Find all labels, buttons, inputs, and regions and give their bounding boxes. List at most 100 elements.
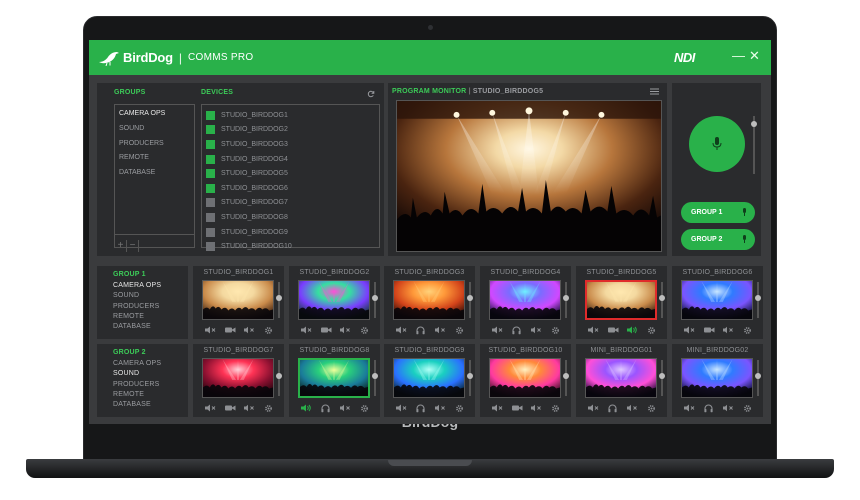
gear-icon[interactable] (551, 404, 560, 413)
speaker-mute-icon[interactable] (205, 326, 216, 334)
group-member-item[interactable]: SOUND (97, 291, 161, 301)
add-group-button[interactable]: + (115, 240, 127, 252)
talk-volume-knob[interactable] (751, 121, 757, 127)
group-member-item[interactable]: REMOTE (97, 390, 161, 400)
speaker-mute-icon[interactable] (396, 404, 407, 412)
gear-icon[interactable] (743, 326, 752, 335)
device-row[interactable]: STUDIO_BIRDDOG8 (202, 210, 379, 225)
device-tile[interactable]: STUDIO_BIRDDOG10 (480, 344, 571, 417)
device-row[interactable]: STUDIO_BIRDDOG9 (202, 225, 379, 240)
speaker-on-icon[interactable] (627, 326, 638, 334)
speaker-mute-icon[interactable] (301, 326, 312, 334)
tile-volume-knob[interactable] (563, 295, 569, 301)
gear-icon[interactable] (264, 404, 273, 413)
device-row[interactable]: STUDIO_BIRDDOG5 (202, 166, 379, 181)
device-thumbnail[interactable] (298, 358, 370, 398)
device-checkbox[interactable] (206, 198, 215, 208)
device-row[interactable]: STUDIO_BIRDDOG7 (202, 196, 379, 211)
volume-mute-icon[interactable] (244, 404, 255, 412)
volume-mute-icon[interactable] (434, 404, 446, 412)
headset-icon[interactable] (704, 403, 713, 413)
device-tile[interactable]: STUDIO_BIRDDOG2 (289, 266, 380, 339)
group-member-item[interactable]: CAMERA OPS (97, 359, 161, 369)
device-tile[interactable]: MINI_BIRDDOG02 (672, 344, 763, 417)
group-member-item[interactable]: SOUND (97, 369, 161, 379)
device-row[interactable]: STUDIO_BIRDDOG1 (202, 108, 379, 123)
volume-mute-icon[interactable] (626, 404, 638, 412)
speaker-mute-icon[interactable] (205, 404, 216, 412)
close-button[interactable]: ✕ (749, 49, 760, 63)
tile-volume-knob[interactable] (755, 373, 761, 379)
device-thumbnail[interactable] (489, 280, 561, 320)
speaker-mute-icon[interactable] (588, 404, 599, 412)
refresh-icon[interactable] (367, 90, 375, 98)
tile-volume-knob[interactable] (755, 295, 761, 301)
tile-volume-knob[interactable] (372, 295, 378, 301)
gear-icon[interactable] (647, 404, 656, 413)
device-tile[interactable]: STUDIO_BIRDDOG6 (672, 266, 763, 339)
tile-volume-knob[interactable] (276, 373, 282, 379)
device-tile[interactable]: STUDIO_BIRDDOG4 (480, 266, 571, 339)
camera-icon[interactable] (607, 326, 619, 334)
headset-icon[interactable] (512, 325, 521, 335)
remove-group-button[interactable]: − (127, 240, 139, 252)
volume-mute-icon[interactable] (530, 326, 542, 334)
gear-icon[interactable] (264, 326, 273, 335)
speaker-mute-icon[interactable] (492, 404, 503, 412)
device-checkbox[interactable] (206, 139, 215, 149)
speaker-mute-icon[interactable] (396, 326, 407, 334)
device-checkbox[interactable] (206, 227, 215, 237)
speaker-mute-icon[interactable] (492, 326, 503, 334)
device-thumbnail[interactable] (585, 280, 657, 320)
device-checkbox[interactable] (206, 169, 215, 179)
headset-icon[interactable] (608, 403, 617, 413)
gear-icon[interactable] (743, 404, 752, 413)
tile-volume-knob[interactable] (372, 373, 378, 379)
camera-icon[interactable] (511, 404, 523, 412)
device-checkbox[interactable] (206, 154, 215, 164)
headset-icon[interactable] (416, 325, 425, 335)
device-tile[interactable]: STUDIO_BIRDDOG1 (193, 266, 284, 339)
camera-icon[interactable] (224, 326, 236, 334)
device-thumbnail[interactable] (681, 280, 753, 320)
gear-icon[interactable] (360, 404, 369, 413)
gear-icon[interactable] (551, 326, 560, 335)
device-thumbnail[interactable] (393, 280, 465, 320)
group-item[interactable]: CAMERA OPS (115, 107, 194, 122)
camera-icon[interactable] (703, 326, 715, 334)
volume-mute-icon[interactable] (434, 326, 446, 334)
device-tile[interactable]: STUDIO_BIRDDOG3 (384, 266, 475, 339)
group-member-item[interactable]: PRODUCERS (97, 380, 161, 390)
volume-mute-icon[interactable] (723, 326, 734, 334)
speaker-on-icon[interactable] (301, 404, 312, 412)
group-member-item[interactable]: CAMERA OPS (97, 281, 161, 291)
gear-icon[interactable] (360, 326, 369, 335)
device-checkbox[interactable] (206, 242, 215, 252)
group-member-item[interactable]: REMOTE (97, 312, 161, 322)
device-row[interactable]: STUDIO_BIRDDOG3 (202, 137, 379, 152)
device-checkbox[interactable] (206, 125, 215, 135)
volume-mute-icon[interactable] (339, 404, 351, 412)
volume-mute-icon[interactable] (722, 404, 734, 412)
talk-group2-button[interactable]: GROUP 2 (681, 229, 755, 250)
volume-mute-icon[interactable] (531, 404, 542, 412)
device-checkbox[interactable] (206, 183, 215, 193)
device-row[interactable]: STUDIO_BIRDDOG10 (202, 239, 379, 254)
device-thumbnail[interactable] (681, 358, 753, 398)
tile-volume-knob[interactable] (563, 373, 569, 379)
camera-icon[interactable] (224, 404, 236, 412)
group-member-item[interactable]: PRODUCERS (97, 302, 161, 312)
device-row[interactable]: STUDIO_BIRDDOG2 (202, 123, 379, 138)
gear-icon[interactable] (647, 326, 656, 335)
device-tile[interactable]: MINI_BIRDDOG01 (576, 344, 667, 417)
headset-icon[interactable] (416, 403, 425, 413)
device-thumbnail[interactable] (585, 358, 657, 398)
device-tile[interactable]: STUDIO_BIRDDOG5 (576, 266, 667, 339)
tile-volume-knob[interactable] (276, 295, 282, 301)
device-checkbox[interactable] (206, 110, 215, 120)
group-item[interactable]: SOUND (115, 122, 194, 137)
device-row[interactable]: STUDIO_BIRDDOG6 (202, 181, 379, 196)
speaker-mute-icon[interactable] (684, 404, 695, 412)
talk-mic-button[interactable] (689, 116, 745, 172)
group-item[interactable]: PRODUCERS (115, 137, 194, 152)
